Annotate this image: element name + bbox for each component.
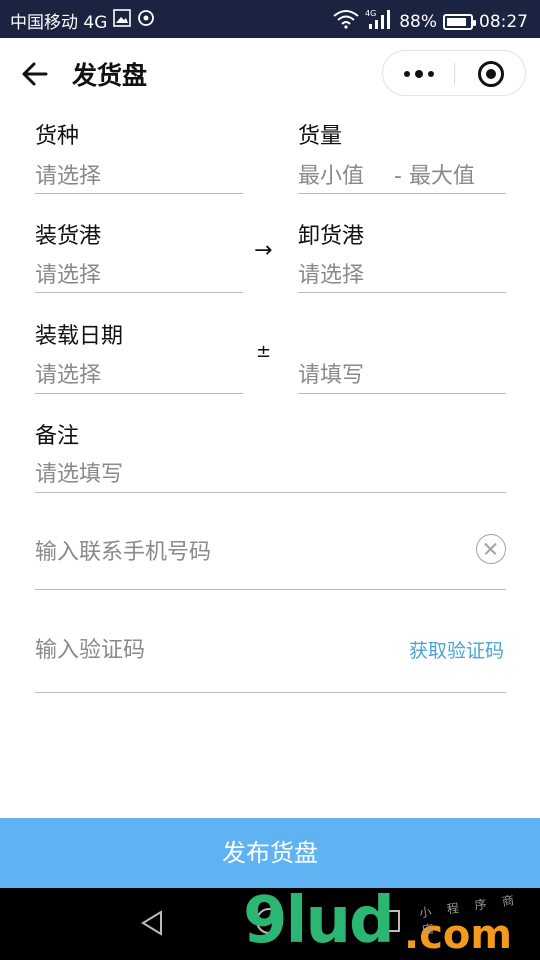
remarks-label: 备注 xyxy=(35,424,80,449)
divider xyxy=(35,589,506,590)
get-code-button[interactable]: 获取验证码 xyxy=(409,636,504,663)
date-range-input[interactable]: 请填写 xyxy=(298,357,364,389)
mini-program-capsule xyxy=(382,50,526,96)
divider xyxy=(35,292,243,293)
verification-code-input[interactable]: 输入验证码 xyxy=(35,632,145,664)
battery-icon xyxy=(443,13,476,30)
load-date-select[interactable]: 请选择 xyxy=(35,357,101,389)
more-menu-icon[interactable] xyxy=(399,60,439,88)
image-notification-icon xyxy=(113,9,132,32)
status-bar: 中国移动 4G 4G 88% 08:27 xyxy=(0,0,540,38)
load-port-label: 装货港 xyxy=(35,224,102,249)
cargo-type-label: 货种 xyxy=(35,124,80,149)
back-arrow-icon[interactable] xyxy=(18,56,54,92)
sync-notification-icon xyxy=(137,9,155,32)
wifi-icon xyxy=(333,9,359,34)
load-date-label: 装载日期 xyxy=(35,324,124,349)
capsule-divider xyxy=(454,63,455,85)
system-back-icon[interactable] xyxy=(140,910,164,940)
page-title: 发货盘 xyxy=(72,61,148,90)
divider xyxy=(35,692,506,693)
quantity-min-input[interactable]: 最小值 xyxy=(298,158,364,190)
signal-icon: 4G xyxy=(365,8,393,35)
nav-bar: 发货盘 xyxy=(0,38,540,110)
network-type: 4G xyxy=(365,9,376,18)
plus-minus-sign: ± xyxy=(256,341,272,362)
route-arrow: → xyxy=(254,238,273,263)
clear-icon[interactable] xyxy=(476,534,506,564)
quantity-label: 货量 xyxy=(298,124,343,149)
phone-input[interactable]: 输入联系手机号码 xyxy=(35,534,211,566)
clock: 08:27 xyxy=(479,11,528,32)
close-program-icon[interactable] xyxy=(478,61,504,87)
divider xyxy=(298,193,506,194)
cargo-type-select[interactable]: 请选择 xyxy=(35,158,101,190)
divider xyxy=(35,492,506,493)
load-port-select[interactable]: 请选择 xyxy=(35,257,101,289)
divider xyxy=(35,393,243,394)
publish-button[interactable]: 发布货盘 xyxy=(0,818,540,888)
battery-percent: 88% xyxy=(399,11,437,32)
divider xyxy=(298,393,506,394)
unload-port-label: 卸货港 xyxy=(298,224,365,249)
watermark-logo: 9lud xyxy=(243,884,395,958)
remarks-input[interactable]: 请选填写 xyxy=(35,456,123,488)
divider xyxy=(35,193,243,194)
unload-port-select[interactable]: 请选择 xyxy=(298,257,364,289)
divider xyxy=(298,292,506,293)
carrier-label: 中国移动 4G xyxy=(10,13,108,33)
quantity-max-input[interactable]: - 最大值 xyxy=(394,158,475,190)
